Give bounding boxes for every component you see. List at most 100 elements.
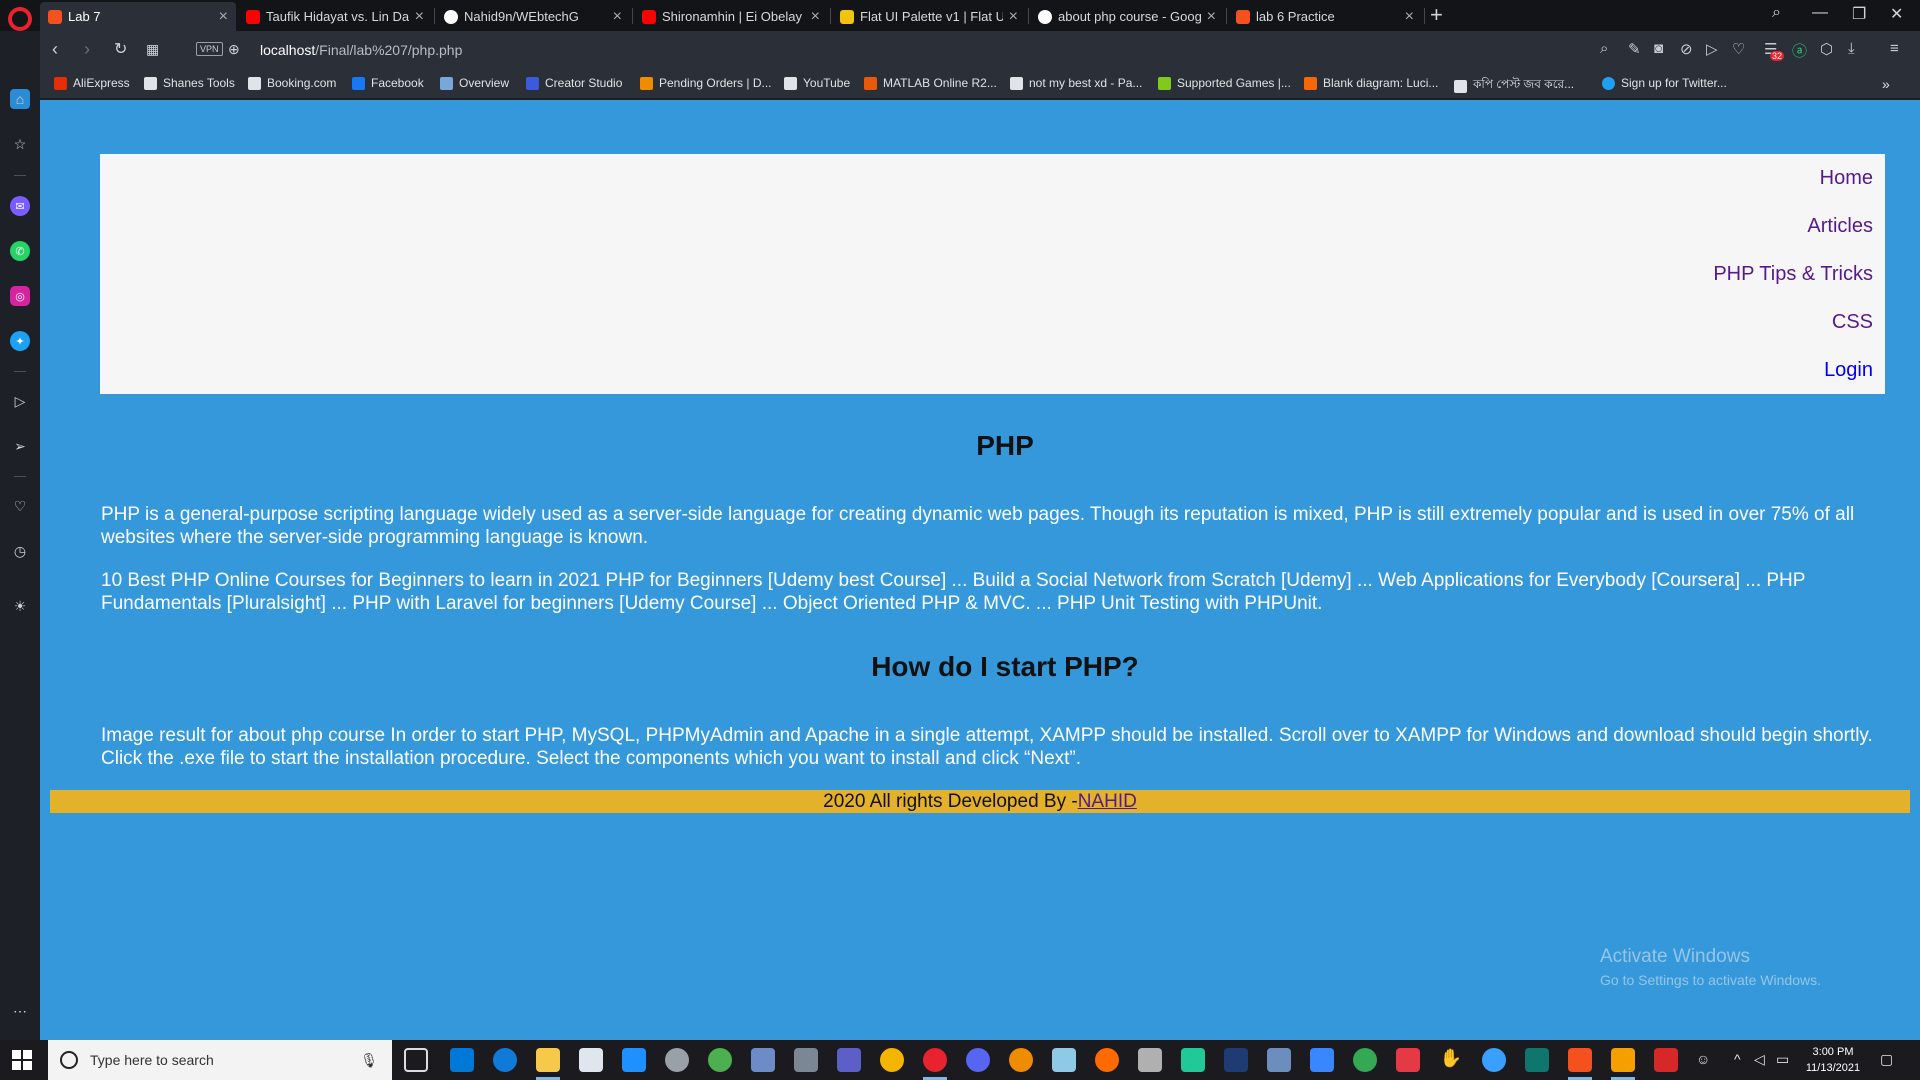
camera-icon[interactable]: ◙ [1654,40,1663,57]
restore-icon[interactable]: ❐ [1852,4,1866,24]
network-icon[interactable]: ▭ [1776,1051,1789,1068]
edit-icon[interactable]: ✎ [1628,40,1641,58]
notepad-icon[interactable] [1052,1048,1076,1072]
bookmark-blank-diagram[interactable]: Blank diagram: Luci... [1304,76,1438,90]
app-icon-tool[interactable] [1138,1048,1162,1072]
chrome-3-icon[interactable] [1353,1048,1377,1072]
settings-gear-icon[interactable] [665,1048,689,1072]
messenger-icon[interactable]: ✉ [10,196,30,216]
sublime-icon[interactable] [1611,1048,1635,1072]
easy-setup-icon[interactable]: ≡ [1890,40,1899,57]
volume-icon[interactable]: ◁ [1754,1051,1765,1068]
bookmark-aliexpress[interactable]: AliExpress [54,76,130,90]
mail-icon[interactable] [622,1048,646,1072]
bookmark-booking[interactable]: Booking.com [248,76,336,90]
block-icon[interactable]: ⊘ [1680,40,1693,58]
bookmark-facebook[interactable]: Facebook [352,76,424,90]
app-icon-w[interactable] [450,1048,474,1072]
close-icon[interactable]: × [219,8,228,26]
bookmark-twitter-signup[interactable]: Sign up for Twitter... [1602,76,1727,90]
task-view-icon[interactable] [404,1048,428,1072]
tab-lab-7[interactable]: Lab 7 × [40,2,236,31]
close-icon[interactable]: × [415,8,424,26]
nav-link-home[interactable]: Home [1820,167,1873,190]
nav-link-css[interactable]: CSS [1832,311,1873,334]
heart-icon[interactable]: ♡ [1732,40,1745,58]
bookmark-matlab[interactable]: MATLAB Online R2... [864,76,997,90]
back-icon[interactable]: ‹ [52,39,58,60]
bookmark-overview[interactable]: Overview [440,76,509,90]
bookmark-creator-studio[interactable]: Creator Studio [526,76,622,90]
discord-icon[interactable] [966,1048,990,1072]
chrome-2-icon[interactable] [880,1048,904,1072]
history-icon[interactable]: ◷ [10,541,30,561]
vpn-badge[interactable]: VPN [196,42,223,56]
send-icon[interactable]: ➢ [10,436,30,456]
store-icon[interactable] [579,1048,603,1072]
bookmark-bangla[interactable]: কপি পেস্ট জব করে... [1454,76,1574,96]
edge-icon[interactable] [493,1048,517,1072]
tab-github[interactable]: Nahid9n/WEbtechG × [436,2,630,31]
speed-dial-icon[interactable]: ▦ [146,41,159,58]
send-icon[interactable]: ▷ [1706,40,1718,58]
bookmark-pending-orders[interactable]: Pending Orders | D... [640,76,772,90]
file-explorer-icon[interactable] [536,1048,560,1072]
twitter-icon[interactable]: ✦ [10,331,30,351]
people-icon[interactable]: ☺ [1696,1051,1710,1067]
teams-icon[interactable] [837,1048,861,1072]
bookmark-supported-games[interactable]: Supported Games |... [1158,76,1291,90]
close-icon[interactable]: × [1207,8,1216,26]
heart-icon[interactable]: ♡ [10,496,30,516]
app-icon-red[interactable] [1396,1048,1420,1072]
whatsapp-icon[interactable]: ✆ [10,241,30,261]
star-icon[interactable]: ☆ [10,134,30,154]
close-icon[interactable]: × [613,8,622,26]
zoom-icon[interactable]: ⌕ [1600,40,1608,57]
more-bookmarks-icon[interactable]: » [1882,76,1890,92]
show-hidden-icons-icon[interactable]: ^ [1734,1051,1741,1067]
taskbar-search-input[interactable]: Type here to search 🎙 [48,1040,392,1080]
tab-flat-ui-palette[interactable]: Flat UI Palette v1 | Flat U × [832,2,1026,31]
notifications-icon[interactable]: ▢ [1880,1051,1893,1068]
url-field[interactable]: localhost/Final/lab%207/php.php [260,42,462,58]
cube-icon[interactable]: ⬡ [1820,40,1833,58]
tab-taufik-hidayat[interactable]: Taufik Hidayat vs. Lin Dan a × [238,2,432,31]
minimize-icon[interactable]: — [1812,4,1828,22]
more-icon[interactable]: ⋯ [10,1001,30,1021]
microphone-icon[interactable]: 🎙 [360,1052,378,1069]
close-icon[interactable]: × [1009,8,1018,26]
close-icon[interactable]: × [811,8,820,26]
app-icon-blue[interactable] [1310,1048,1334,1072]
app-icon-globe[interactable] [1482,1048,1506,1072]
lightbulb-icon[interactable]: ☀ [10,596,30,616]
opera-taskbar-icon[interactable] [923,1048,947,1072]
search-tabs-icon[interactable]: ⌕ [1772,4,1781,22]
forward-icon[interactable]: › [84,39,90,60]
app-icon-gray[interactable] [794,1048,818,1072]
nav-link-articles[interactable]: Articles [1807,215,1873,238]
footer-link-nahid[interactable]: NAHID [1078,791,1137,812]
opera-logo-icon[interactable] [8,7,32,31]
new-tab-button[interactable]: + [1430,2,1443,28]
xampp-icon[interactable] [1568,1048,1592,1072]
tab-lab-6-practice[interactable]: lab 6 Practice × [1228,2,1422,31]
download-icon[interactable]: ⤓ [1848,40,1855,57]
hand-icon[interactable]: ✋ [1439,1048,1463,1072]
close-window-icon[interactable]: ✕ [1890,4,1903,24]
windows-start-icon[interactable] [12,1050,32,1070]
tab-google-search[interactable]: about php course - Google × [1030,2,1224,31]
app-icon-monitor[interactable] [751,1048,775,1072]
app-icon-c[interactable] [1009,1048,1033,1072]
chrome-icon[interactable] [708,1048,732,1072]
taskbar-clock[interactable]: 3:00 PM 11/13/2021 [1798,1044,1868,1076]
reload-icon[interactable]: ↻ [114,39,127,59]
tab-shironamhin[interactable]: Shironamhin | Ei Obelay | O × [634,2,828,31]
ad-blocker-icon[interactable]: ⓐ [1792,40,1807,61]
home-icon[interactable]: ⌂ [10,89,30,109]
acrobat-icon[interactable] [1654,1048,1678,1072]
app-icon-photo[interactable] [1267,1048,1291,1072]
instagram-icon[interactable]: ◎ [10,286,30,306]
photoshop-icon[interactable] [1224,1048,1248,1072]
close-icon[interactable]: × [1405,8,1414,26]
nav-link-login[interactable]: Login [1824,359,1873,382]
